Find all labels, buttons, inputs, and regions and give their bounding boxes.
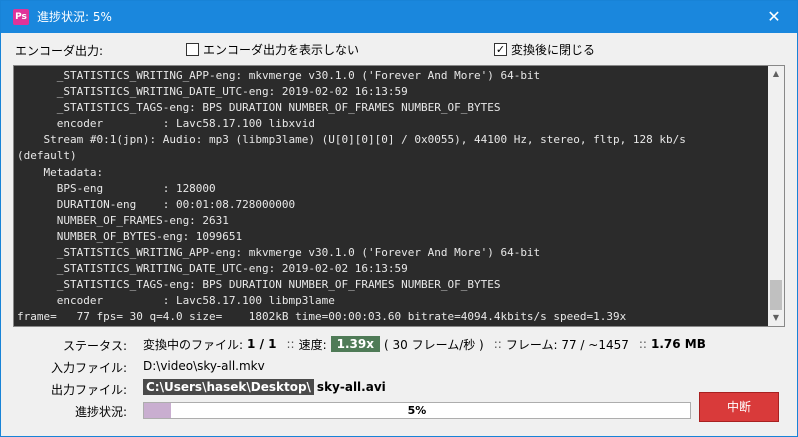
- file-count-label: 変換中のファイル:: [143, 337, 244, 352]
- output-size-value: 1.76 MB: [650, 337, 706, 351]
- console-log: _STATISTICS_WRITING_APP-eng: mkvmerge v3…: [17, 68, 767, 326]
- progress-bar: 5%: [143, 402, 691, 419]
- close-after-convert-checkbox[interactable]: ✓ 変換後に閉じる: [494, 41, 595, 58]
- progress-percent-text: 5%: [407, 404, 427, 417]
- fps-text: ( 30 フレーム/秒 ): [383, 337, 484, 352]
- output-file-label: 出力ファイル:: [50, 383, 127, 397]
- scroll-up-icon[interactable]: ▲: [768, 66, 784, 82]
- scrollbar-thumb[interactable]: [770, 280, 782, 310]
- console-line: NUMBER_OF_FRAMES-eng: 2631: [17, 213, 229, 227]
- console-line: encoder : Lavc58.17.100 libxvid: [17, 117, 316, 131]
- console-line: BPS-eng : 128000: [17, 181, 216, 195]
- console-line: encoder : Lavc58.17.100 libmp3lame: [17, 294, 335, 308]
- status-details: 変換中のファイル: 1 / 1 :: 速度: 1.39x ( 30 フレーム/秒…: [143, 334, 710, 354]
- output-file-path: C:\Users\hasek\Desktop\ sky-all.avi: [143, 379, 386, 395]
- console-line: _STATISTICS_WRITING_APP-eng: mkvmerge v3…: [17, 246, 541, 260]
- close-icon[interactable]: ✕: [751, 1, 797, 33]
- speed-badge: 1.39x: [330, 336, 380, 352]
- hide-encoder-output-label: エンコーダ出力を表示しない: [203, 43, 360, 57]
- speed-label: 速度:: [298, 337, 327, 352]
- input-file-path: D:\video\sky-all.mkv: [143, 359, 265, 373]
- console-line: (default): [17, 149, 77, 163]
- output-file-name: sky-all.avi: [316, 380, 386, 394]
- app-icon: Ps: [13, 9, 29, 25]
- window-title: 進捗状況: 5%: [37, 10, 112, 24]
- stop-button[interactable]: 中断: [699, 392, 779, 422]
- separator: ::: [286, 337, 295, 351]
- console-line: _STATISTICS_TAGS-eng: BPS DURATION NUMBE…: [17, 101, 501, 115]
- console-line: _STATISTICS_TAGS-eng: BPS DURATION NUMBE…: [17, 278, 501, 292]
- input-file-label: 入力ファイル:: [50, 361, 127, 375]
- console-line: NUMBER_OF_BYTES-eng: 1099651: [17, 229, 243, 243]
- console-line: _STATISTICS_WRITING_DATE_UTC-eng: 2019-0…: [17, 262, 408, 276]
- console-line: _STATISTICS_WRITING_DATE_UTC-eng: 2019-0…: [17, 85, 408, 99]
- input-file-row: 入力ファイル: D:\video\sky-all.mkv: [1, 357, 797, 377]
- progress-label: 進捗状況:: [74, 405, 127, 419]
- encoder-console[interactable]: _STATISTICS_WRITING_APP-eng: mkvmerge v3…: [13, 65, 785, 327]
- checkbox-unchecked-icon[interactable]: [186, 43, 199, 56]
- console-line: DURATION-eng : 00:01:08.728000000: [17, 197, 296, 211]
- output-file-row: 出力ファイル: C:\Users\hasek\Desktop\ sky-all.a…: [1, 379, 797, 399]
- file-count-value: 1 / 1: [247, 337, 277, 351]
- encoder-options-bar: エンコーダ出力: エンコーダ出力を表示しない ✓ 変換後に閉じる: [1, 34, 797, 64]
- title-bar[interactable]: Ps 進捗状況: 5% ✕: [1, 1, 797, 33]
- console-line: Stream #0:1(jpn): Audio: mp3 (libmp3lame…: [17, 133, 686, 147]
- output-folder-path: C:\Users\hasek\Desktop\: [143, 379, 314, 395]
- progress-window: Ps 進捗状況: 5% ✕ エンコーダ出力: エンコーダ出力を表示しない ✓ 変…: [0, 0, 798, 437]
- encoder-output-label: エンコーダ出力:: [15, 44, 104, 58]
- status-row: ステータス: 変換中のファイル: 1 / 1 :: 速度: 1.39x ( 30…: [1, 334, 797, 354]
- hide-encoder-output-checkbox[interactable]: エンコーダ出力を表示しない: [186, 41, 359, 58]
- console-line: frame= 77 fps= 30 q=4.0 size= 1802kB tim…: [17, 310, 627, 324]
- console-scrollbar[interactable]: ▲ ▼: [768, 66, 784, 326]
- scroll-down-icon[interactable]: ▼: [768, 310, 784, 326]
- separator: ::: [493, 337, 502, 351]
- console-line: _STATISTICS_WRITING_APP-eng: mkvmerge v3…: [17, 69, 541, 82]
- progress-row: 進捗状況: 5%: [1, 401, 797, 421]
- frames-text: フレーム: 77 / ~1457: [505, 337, 629, 352]
- separator: ::: [638, 337, 647, 351]
- checkbox-checked-icon[interactable]: ✓: [494, 43, 507, 56]
- close-after-convert-label: 変換後に閉じる: [511, 43, 596, 57]
- status-label: ステータス:: [62, 339, 127, 353]
- console-line: Metadata:: [17, 165, 104, 179]
